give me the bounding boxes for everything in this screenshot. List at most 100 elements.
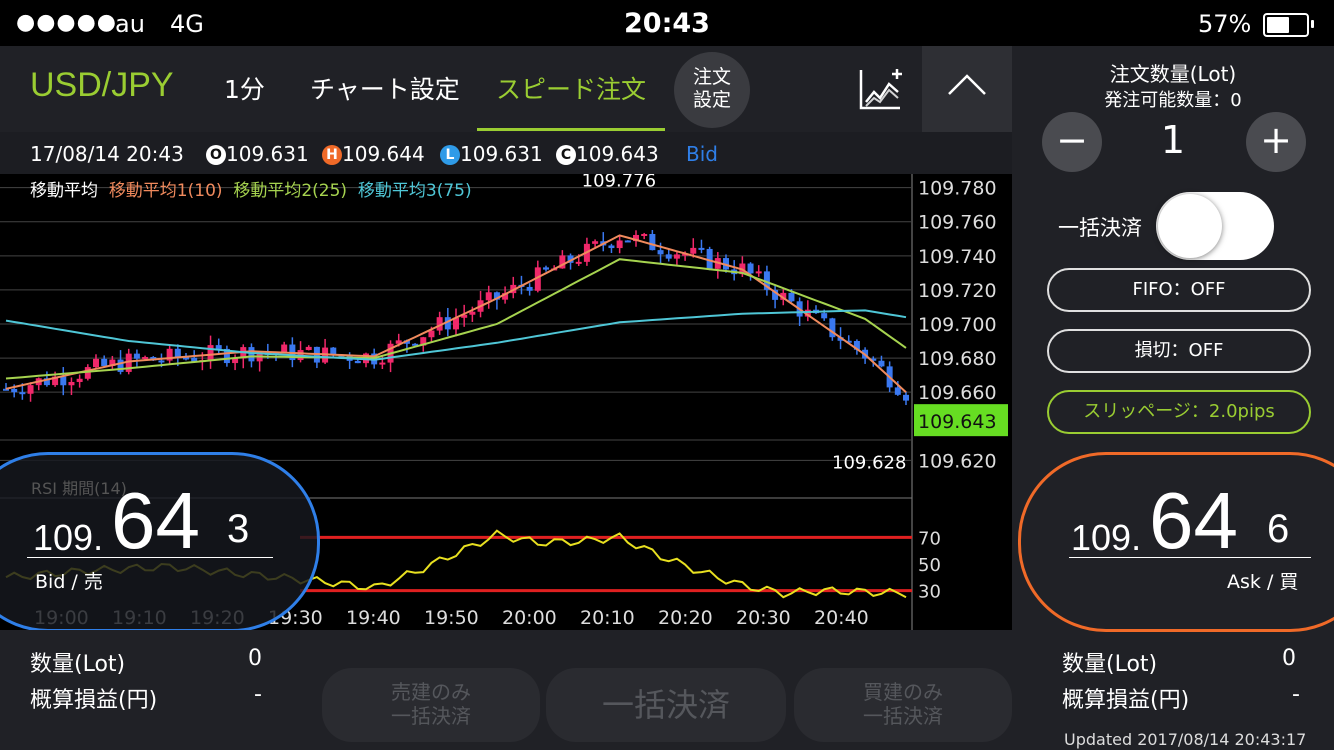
buy-only-label-1: 買建のみ bbox=[863, 680, 943, 704]
candle-body bbox=[215, 345, 222, 349]
candle-body bbox=[19, 392, 26, 395]
speed-order-tab[interactable]: スピード注文 bbox=[496, 70, 646, 106]
ask-last: 6 bbox=[1267, 507, 1290, 551]
candle-body bbox=[76, 378, 83, 382]
active-tab-indicator bbox=[477, 128, 665, 131]
candle-body bbox=[543, 267, 549, 270]
candle-body bbox=[60, 376, 67, 386]
y-tick-label: 109.620 bbox=[918, 450, 997, 472]
x-tick-label: 20:30 bbox=[736, 607, 791, 629]
chart-settings-tab[interactable]: チャート設定 bbox=[310, 70, 460, 106]
slippage-button[interactable]: スリッページ：2.0pips bbox=[1047, 390, 1311, 434]
y-tick-label: 109.680 bbox=[918, 348, 997, 370]
candle-body bbox=[641, 233, 648, 236]
candle-body bbox=[485, 292, 492, 301]
candle-body bbox=[690, 247, 697, 254]
bid-price-panel[interactable]: RSI 期間(14) 109. 64 3 Bid / 売 bbox=[0, 452, 320, 632]
x-tick-label: 20:20 bbox=[658, 607, 713, 629]
sell-only-settle-button[interactable]: 売建のみ 一括決済 bbox=[322, 668, 540, 742]
info-datetime: 17/08/14 20:43 bbox=[30, 142, 184, 166]
x-tick-label: 20:00 bbox=[502, 607, 557, 629]
ma-legend-label: 移動平均 bbox=[30, 181, 98, 201]
settle-all-toggle[interactable] bbox=[1156, 192, 1274, 260]
candle-body bbox=[158, 360, 165, 363]
low-label: 109.628 bbox=[832, 453, 906, 474]
chart-add-icon[interactable] bbox=[858, 68, 902, 112]
right-qty-value: 0 bbox=[1282, 646, 1296, 671]
high-badge-icon: H bbox=[322, 145, 342, 165]
candle-body bbox=[11, 388, 18, 393]
x-tick-label: 20:40 bbox=[814, 607, 869, 629]
currency-pair[interactable]: USD/JPY bbox=[30, 66, 174, 105]
clock: 20:43 bbox=[624, 8, 710, 39]
fifo-button[interactable]: FIFO：OFF bbox=[1047, 268, 1311, 312]
ask-price-panel[interactable]: 109. 64 6 Ask / 買 bbox=[1018, 452, 1334, 632]
right-qty-label: 数量(Lot) bbox=[1062, 652, 1158, 677]
candle-body bbox=[649, 233, 656, 251]
y-tick-label: 109.740 bbox=[918, 246, 997, 268]
chart-header: USD/JPY 1分 チャート設定 スピード注文 注文 設定 bbox=[0, 46, 1012, 132]
bid-divider bbox=[27, 557, 273, 558]
x-tick-label: 19:40 bbox=[346, 607, 401, 629]
candle-body bbox=[469, 311, 476, 315]
updated-timestamp: Updated 2017/08/14 20:43:17 bbox=[1064, 730, 1307, 749]
settle-all-button[interactable]: 一括決済 bbox=[546, 668, 786, 742]
candle-body bbox=[248, 347, 255, 362]
order-qty-title: 注文数量(Lot) bbox=[1109, 62, 1237, 86]
available-qty: 発注可能数量：0 bbox=[1104, 90, 1242, 111]
ask-big: 64 bbox=[1149, 476, 1238, 565]
order-settings-label-2: 設定 bbox=[692, 89, 731, 111]
sell-only-label-2: 一括決済 bbox=[391, 704, 471, 728]
candle-body bbox=[428, 330, 435, 338]
rsi-tick-label: 30 bbox=[918, 582, 941, 603]
candle-body bbox=[207, 345, 214, 361]
qty-label: 数量(Lot) bbox=[30, 652, 126, 677]
order-settings-button[interactable]: 注文 設定 bbox=[674, 52, 750, 128]
bid-last: 3 bbox=[227, 507, 250, 551]
x-tick-label: 20:10 bbox=[580, 607, 635, 629]
candle-body bbox=[821, 313, 828, 319]
y-tick-label: 109.720 bbox=[918, 280, 997, 302]
toggle-knob bbox=[1158, 194, 1222, 258]
candle-body bbox=[93, 358, 99, 368]
close-badge-icon: C bbox=[556, 145, 576, 165]
candle-body bbox=[84, 367, 91, 379]
battery-icon bbox=[1263, 13, 1314, 37]
candle-body bbox=[379, 362, 386, 365]
qty-value: 0 bbox=[248, 646, 262, 671]
qty-minus-button[interactable]: − bbox=[1042, 112, 1102, 172]
candle-body bbox=[174, 348, 181, 358]
candle-body bbox=[592, 241, 599, 244]
qty-value[interactable]: 1 bbox=[1112, 118, 1234, 162]
collapse-button[interactable] bbox=[922, 46, 1012, 132]
price-type: Bid bbox=[686, 142, 718, 166]
candle-body bbox=[27, 385, 34, 394]
candle-body bbox=[142, 357, 149, 360]
candle-body bbox=[575, 261, 582, 264]
open-value-group: O 109.631 bbox=[206, 142, 309, 166]
ohlc-info-row: 17/08/14 20:43 O 109.631 H 109.644 L 109.63… bbox=[0, 132, 1012, 174]
order-settings-label-1: 注文 bbox=[692, 66, 731, 88]
qty-plus-button[interactable]: + bbox=[1246, 112, 1306, 172]
right-pl-value: - bbox=[1292, 682, 1300, 707]
candle-body bbox=[608, 245, 615, 249]
y-tick-label: 109.780 bbox=[918, 178, 997, 200]
low-badge-icon: L bbox=[440, 145, 460, 165]
ma1-legend: 移動平均1(10) bbox=[108, 181, 223, 201]
right-pl-label: 概算損益(円) bbox=[1062, 688, 1190, 713]
bid-big: 64 bbox=[111, 476, 200, 565]
pl-value: - bbox=[254, 682, 262, 707]
ma3-legend: 移動平均3(75) bbox=[357, 181, 472, 201]
buy-only-settle-button[interactable]: 買建のみ 一括決済 bbox=[794, 668, 1012, 742]
status-bar: ●●●●● au 4G 20:43 57% bbox=[0, 0, 1334, 46]
open-value: 109.631 bbox=[226, 142, 309, 166]
interval-selector[interactable]: 1分 bbox=[224, 70, 265, 106]
candle-body bbox=[673, 254, 680, 259]
candle-body bbox=[788, 292, 795, 302]
open-badge-icon: O bbox=[206, 145, 226, 165]
order-panel: 注文数量(Lot) 発注可能数量：0 − 1 + 一括決済 FIFO：OFF 損… bbox=[1012, 46, 1334, 750]
close-value-group: C 109.643 bbox=[556, 142, 659, 166]
stop-loss-button[interactable]: 損切：OFF bbox=[1047, 329, 1311, 373]
candle-body bbox=[657, 250, 664, 255]
settle-all-toggle-label: 一括決済 bbox=[1058, 216, 1142, 240]
